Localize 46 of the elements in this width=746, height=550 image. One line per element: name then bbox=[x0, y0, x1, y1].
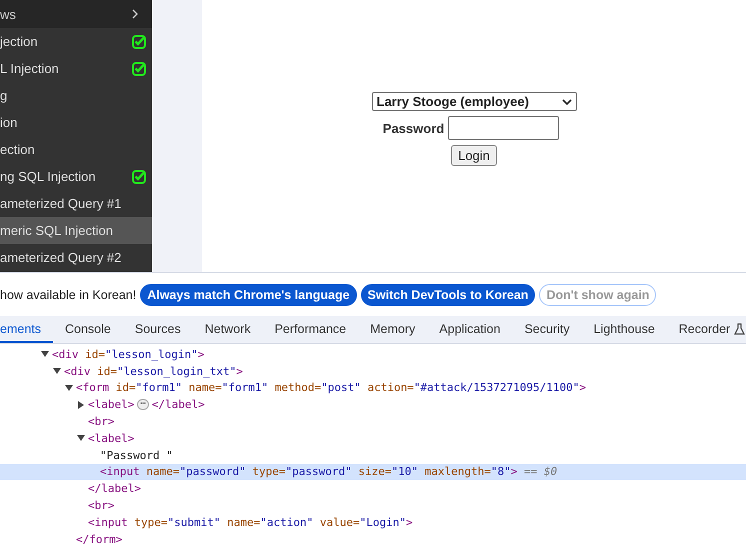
collapsed-triangle-icon[interactable] bbox=[77, 400, 85, 409]
devtools-tab[interactable]: Recorder bbox=[666, 316, 746, 343]
checkmark-icon bbox=[132, 170, 146, 184]
sidebar-item[interactable]: ng SQL Injection bbox=[0, 163, 152, 190]
dom-node-line[interactable]: <label> ⋯ </label> bbox=[0, 396, 746, 414]
ellipsis-badge[interactable]: ⋯ bbox=[137, 399, 149, 410]
devtools-tab[interactable]: Application bbox=[427, 316, 512, 343]
login-button[interactable]: Login bbox=[451, 145, 497, 166]
dom-node-line[interactable]: <br> bbox=[0, 413, 746, 430]
banner-button[interactable]: Switch DevTools to Korean bbox=[360, 284, 536, 306]
devtools-tab[interactable]: Network bbox=[192, 316, 263, 343]
sidebar-item[interactable]: ameterized Query #2 bbox=[0, 244, 152, 271]
dom-node-line[interactable]: <br> bbox=[0, 497, 746, 514]
expanded-triangle-icon[interactable] bbox=[77, 434, 85, 442]
sidebar-item[interactable]: ameterized Query #1 bbox=[0, 190, 152, 217]
password-field[interactable] bbox=[448, 116, 560, 140]
dom-node-line[interactable]: <div id="lesson_login"> bbox=[0, 346, 746, 363]
password-label: Password bbox=[382, 120, 444, 136]
devtools-tab[interactable]: ements bbox=[0, 316, 53, 343]
banner-button[interactable]: Always match Chrome's language bbox=[140, 284, 357, 306]
devtools-tab[interactable]: Memory bbox=[358, 316, 428, 343]
chevron-right-icon bbox=[132, 9, 138, 19]
dom-node-line[interactable]: <div id="lesson_login_txt"> bbox=[0, 362, 746, 380]
dom-node-line[interactable]: <input type="submit" name="action" value="Login"> bbox=[0, 514, 746, 531]
dom-node-line[interactable]: <form id="form1" name="form1" method="post" action="#attack/1537271095/1100"> bbox=[0, 380, 746, 396]
language-message: how available in Korean! bbox=[0, 288, 136, 302]
user-select[interactable]: Larry Stooge (employee) bbox=[372, 92, 576, 111]
checkmark-icon bbox=[132, 62, 146, 76]
sidebar-item[interactable]: ection bbox=[0, 136, 152, 163]
dom-node-line[interactable]: "Password " bbox=[0, 446, 746, 464]
devtools-tab[interactable]: Performance bbox=[262, 316, 358, 343]
dom-node-line[interactable]: </form> bbox=[0, 530, 746, 548]
devtools-tab[interactable]: Sources bbox=[122, 316, 193, 343]
devtools-tab[interactable]: Console bbox=[53, 316, 123, 343]
dom-node-line[interactable]: <label> bbox=[0, 430, 746, 447]
devtools-tab[interactable]: Security bbox=[512, 316, 582, 343]
checkmark-icon bbox=[132, 34, 146, 48]
sidebar-item[interactable]: g bbox=[0, 82, 152, 109]
sidebar-item[interactable]: jection bbox=[0, 28, 152, 55]
devtools-tab[interactable]: Lighthouse bbox=[582, 316, 667, 343]
sidebar-item[interactable]: ion bbox=[0, 109, 152, 136]
sidebar-item[interactable]: L Injection bbox=[0, 55, 152, 82]
chevron-down-icon bbox=[562, 98, 572, 104]
dom-node-line[interactable]: </label> bbox=[0, 480, 746, 498]
sidebar-category[interactable]: ws bbox=[0, 0, 152, 28]
sidebar-item[interactable]: meric SQL Injection bbox=[0, 217, 152, 244]
